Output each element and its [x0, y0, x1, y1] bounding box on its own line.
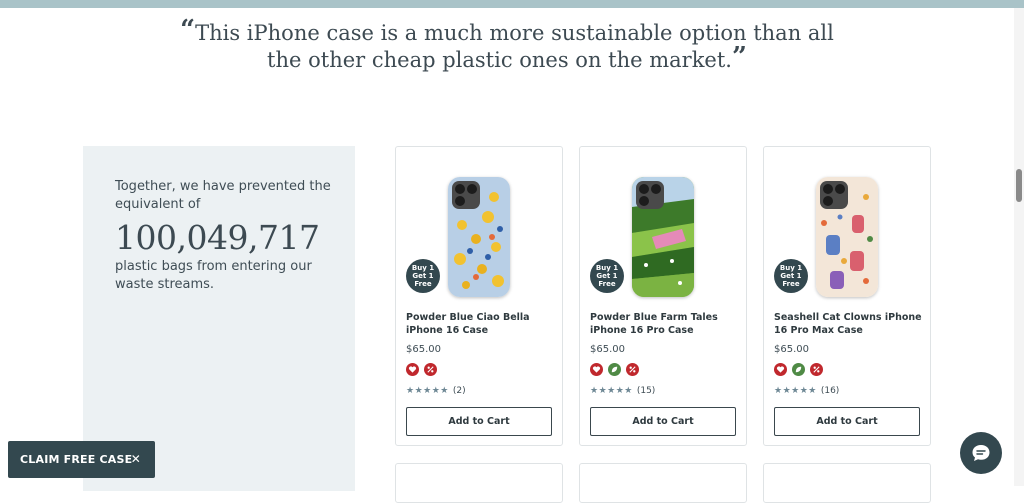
impact-panel: Together, we have prevented the equivale…: [83, 146, 355, 491]
product-price: $65.00: [406, 344, 441, 355]
claim-free-case-button[interactable]: CLAIM FREE CASE ✕: [8, 441, 155, 478]
star-rating-icons: ★★★★★: [406, 386, 449, 396]
star-rating-icons: ★★★★★: [774, 386, 817, 396]
bogo-badge: Buy 1 Get 1 Free: [590, 259, 624, 293]
heart-icon: [406, 363, 419, 376]
percent-icon: [810, 363, 823, 376]
add-to-cart-button[interactable]: Add to Cart: [590, 407, 736, 436]
product-card[interactable]: Buy 1 Get 1 Free Powder Blue Farm Tales …: [579, 146, 747, 446]
product-rating[interactable]: ★★★★★ (16): [774, 386, 839, 396]
bogo-badge: Buy 1 Get 1 Free: [406, 259, 440, 293]
product-price: $65.00: [774, 344, 809, 355]
product-image[interactable]: [632, 177, 694, 297]
page-scrollbar[interactable]: [1014, 8, 1024, 486]
leaf-icon: [608, 363, 621, 376]
product-rating[interactable]: ★★★★★ (2): [406, 386, 466, 396]
product-image[interactable]: [816, 177, 878, 297]
percent-icon: [626, 363, 639, 376]
review-count: (15): [636, 386, 656, 396]
feature-icons: [406, 363, 437, 376]
product-name[interactable]: Powder Blue Farm Tales iPhone 16 Pro Cas…: [590, 311, 740, 337]
feature-icons: [590, 363, 639, 376]
impact-intro: Together, we have prevented the equivale…: [115, 179, 331, 212]
product-rating[interactable]: ★★★★★ (15): [590, 386, 655, 396]
chat-icon: [972, 445, 990, 461]
product-name[interactable]: Seashell Cat Clowns iPhone 16 Pro Max Ca…: [774, 311, 924, 337]
review-count: (2): [452, 386, 466, 396]
add-to-cart-button[interactable]: Add to Cart: [774, 407, 920, 436]
scrollbar-thumb[interactable]: [1016, 169, 1022, 202]
star-rating-icons: ★★★★★: [590, 386, 633, 396]
product-card[interactable]: [395, 463, 563, 503]
add-to-cart-button[interactable]: Add to Cart: [406, 407, 552, 436]
close-icon[interactable]: ✕: [131, 452, 141, 466]
leaf-icon: [792, 363, 805, 376]
feature-icons: [774, 363, 823, 376]
product-name[interactable]: Powder Blue Ciao Bella iPhone 16 Case: [406, 311, 556, 337]
chat-button[interactable]: [960, 432, 1002, 474]
product-price: $65.00: [590, 344, 625, 355]
claim-label: CLAIM FREE CASE: [20, 453, 133, 466]
impact-outro: plastic bags from entering our waste str…: [115, 259, 312, 292]
testimonial-quote: “This iPhone case is a much more sustain…: [0, 17, 1014, 74]
impact-number: 100,049,717: [115, 218, 320, 257]
heart-icon: [590, 363, 603, 376]
bogo-badge: Buy 1 Get 1 Free: [774, 259, 808, 293]
top-accent-bar: [0, 0, 1024, 8]
quote-line-2: the other cheap plastic ones on the mark…: [267, 48, 732, 72]
percent-icon: [424, 363, 437, 376]
product-image[interactable]: [448, 177, 510, 297]
product-card[interactable]: Buy 1 Get 1 Free Powder Blue Ciao Bella …: [395, 146, 563, 446]
product-card[interactable]: [763, 463, 931, 503]
open-quote-mark: “: [180, 15, 196, 45]
heart-icon: [774, 363, 787, 376]
review-count: (16): [820, 386, 840, 396]
close-quote-mark: ”: [731, 42, 747, 72]
product-card[interactable]: [579, 463, 747, 503]
product-card[interactable]: Buy 1 Get 1 Free Seashell Cat Clowns iPh…: [763, 146, 931, 446]
